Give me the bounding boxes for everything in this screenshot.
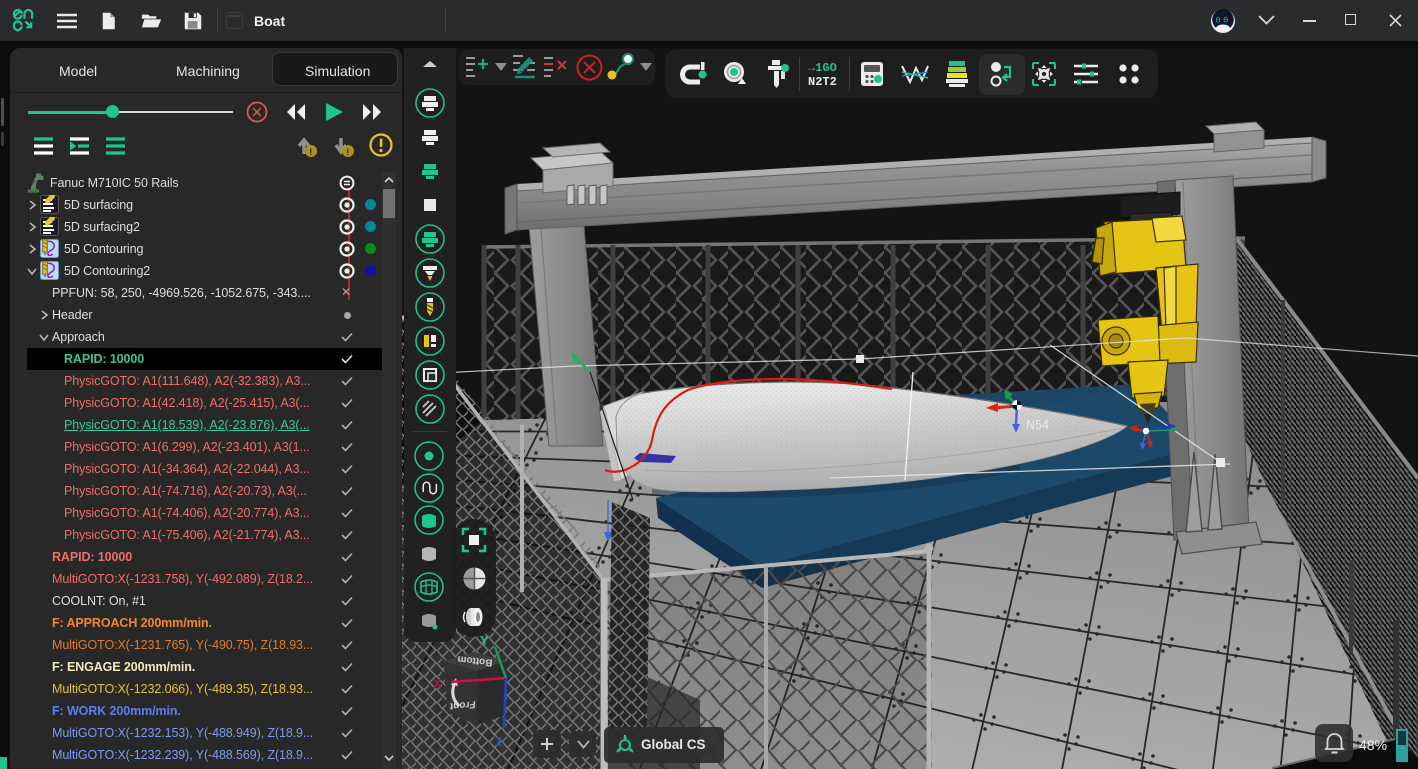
- svg-text:!: !: [309, 147, 312, 157]
- svg-text:Z: Z: [495, 734, 503, 749]
- svg-text:Front: Front: [449, 698, 476, 711]
- svg-text:Bottom: Bottom: [457, 653, 493, 668]
- svg-text:!: !: [346, 147, 349, 157]
- svg-text:00: 00: [1216, 16, 1231, 26]
- svg-text:X: X: [433, 676, 442, 691]
- svg-text:Y: Y: [480, 633, 489, 648]
- svg-text:N54: N54: [1026, 418, 1049, 432]
